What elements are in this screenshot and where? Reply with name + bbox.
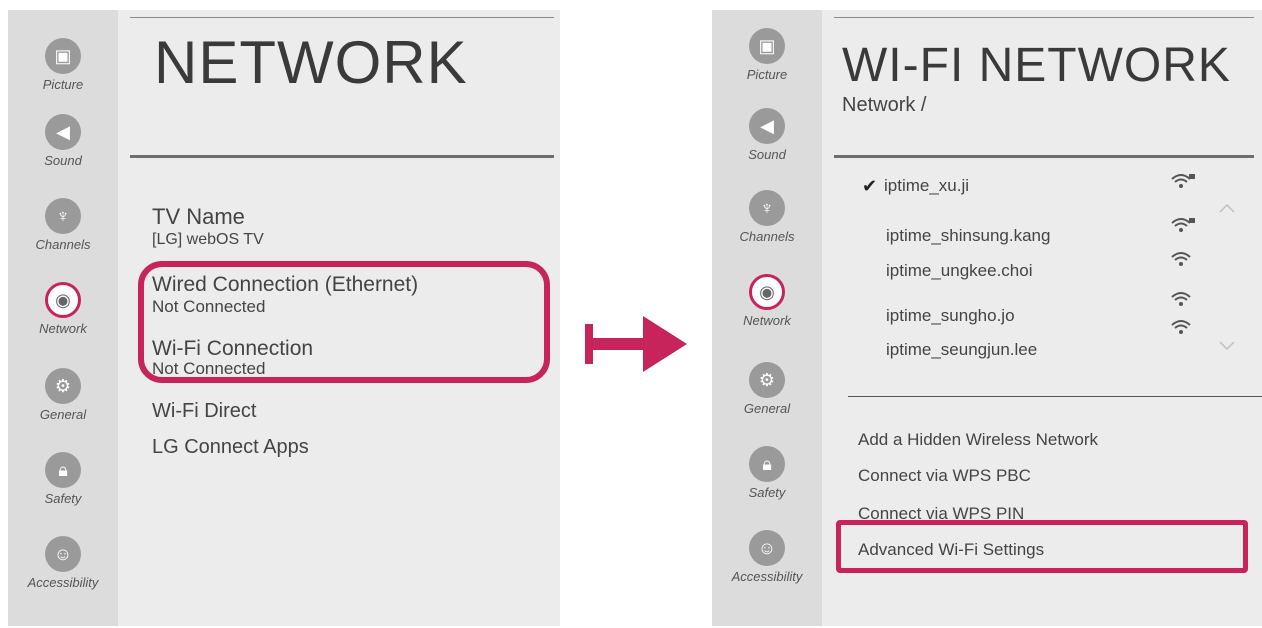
sidebar-item-network[interactable]: ◉ Network: [8, 282, 118, 336]
general-icon: ⚙: [749, 362, 785, 398]
arrow-icon: [585, 316, 687, 372]
list-divider: [848, 396, 1262, 397]
network-icon: ◉: [45, 282, 81, 318]
highlight-box: [836, 520, 1248, 573]
page-title: WI-FI NETWORK: [842, 39, 1231, 92]
sidebar-item-safety[interactable]: 🔒︎ Safety: [8, 452, 118, 506]
checkmark-icon: ✔: [862, 176, 878, 196]
network-icon: ◉: [749, 274, 785, 310]
sidebar-item-channels[interactable]: ♆ Channels: [8, 198, 118, 252]
left-sidebar: ▣ Picture ◀ Sound ♆ Channels ◉ Network ⚙…: [8, 10, 118, 626]
sidebar-item-picture[interactable]: ▣ Picture: [712, 28, 822, 82]
sidebar-item-picture[interactable]: ▣ Picture: [8, 38, 118, 92]
title-divider: [130, 155, 554, 158]
wps-pbc-item[interactable]: Connect via WPS PBC: [858, 466, 1031, 486]
network-item[interactable]: iptime_sungho.jo: [886, 306, 1015, 326]
breadcrumb: Network /: [842, 94, 927, 116]
sidebar-item-sound[interactable]: ◀ Sound: [712, 108, 822, 162]
highlight-box: [138, 261, 550, 383]
chevron-down-icon[interactable]: [1218, 340, 1236, 352]
sidebar-item-network[interactable]: ◉ Network: [712, 274, 822, 328]
general-icon: ⚙: [45, 368, 81, 404]
wifi-lock-icon: [1171, 174, 1195, 188]
title-divider: [834, 155, 1254, 158]
channels-icon: ♆: [45, 198, 81, 234]
page-title: NETWORK: [154, 29, 468, 96]
wifi-lock-icon: [1171, 218, 1195, 232]
accessibility-icon: ☺: [749, 530, 785, 566]
channels-icon: ♆: [749, 190, 785, 226]
lg-connect-apps-item[interactable]: LG Connect Apps: [152, 436, 309, 459]
sidebar-item-accessibility[interactable]: ☺ Accessibility: [8, 536, 118, 590]
picture-icon: ▣: [749, 28, 785, 64]
sidebar-item-general[interactable]: ⚙ General: [712, 362, 822, 416]
picture-icon: ▣: [45, 38, 81, 74]
right-sidebar: ▣ Picture ◀ Sound ♆ Channels ◉ Network ⚙…: [712, 10, 822, 626]
tv-name-value: [LG] webOS TV: [152, 231, 264, 248]
top-divider: [834, 17, 1254, 18]
left-settings-panel: ▣ Picture ◀ Sound ♆ Channels ◉ Network ⚙…: [8, 10, 560, 626]
sidebar-item-general[interactable]: ⚙ General: [8, 368, 118, 422]
wifi-icon: [1171, 320, 1191, 334]
sound-icon: ◀: [749, 108, 785, 144]
top-divider: [130, 17, 554, 18]
wifi-direct-item[interactable]: Wi-Fi Direct: [152, 400, 256, 423]
lock-icon: 🔒︎: [749, 446, 785, 482]
lock-icon: 🔒︎: [45, 452, 81, 488]
network-item[interactable]: iptime_xu.ji: [884, 176, 969, 196]
right-settings-panel: ▣ Picture ◀ Sound ♆ Channels ◉ Network ⚙…: [712, 10, 1262, 626]
add-hidden-network-item[interactable]: Add a Hidden Wireless Network: [858, 430, 1098, 450]
network-item[interactable]: iptime_shinsung.kang: [886, 226, 1050, 246]
network-item[interactable]: iptime_seungjun.lee: [886, 340, 1037, 360]
wifi-icon: [1171, 292, 1191, 306]
sidebar-item-channels[interactable]: ♆ Channels: [712, 190, 822, 244]
chevron-up-icon[interactable]: [1218, 202, 1236, 214]
wifi-icon: [1171, 252, 1191, 266]
sidebar-item-safety[interactable]: 🔒︎ Safety: [712, 446, 822, 500]
sidebar-item-sound[interactable]: ◀ Sound: [8, 114, 118, 168]
tv-name-label[interactable]: TV Name: [152, 204, 245, 230]
sidebar-item-accessibility[interactable]: ☺ Accessibility: [712, 530, 822, 584]
sound-icon: ◀: [45, 114, 81, 150]
network-item[interactable]: iptime_ungkee.choi: [886, 261, 1032, 281]
accessibility-icon: ☺: [45, 536, 81, 572]
